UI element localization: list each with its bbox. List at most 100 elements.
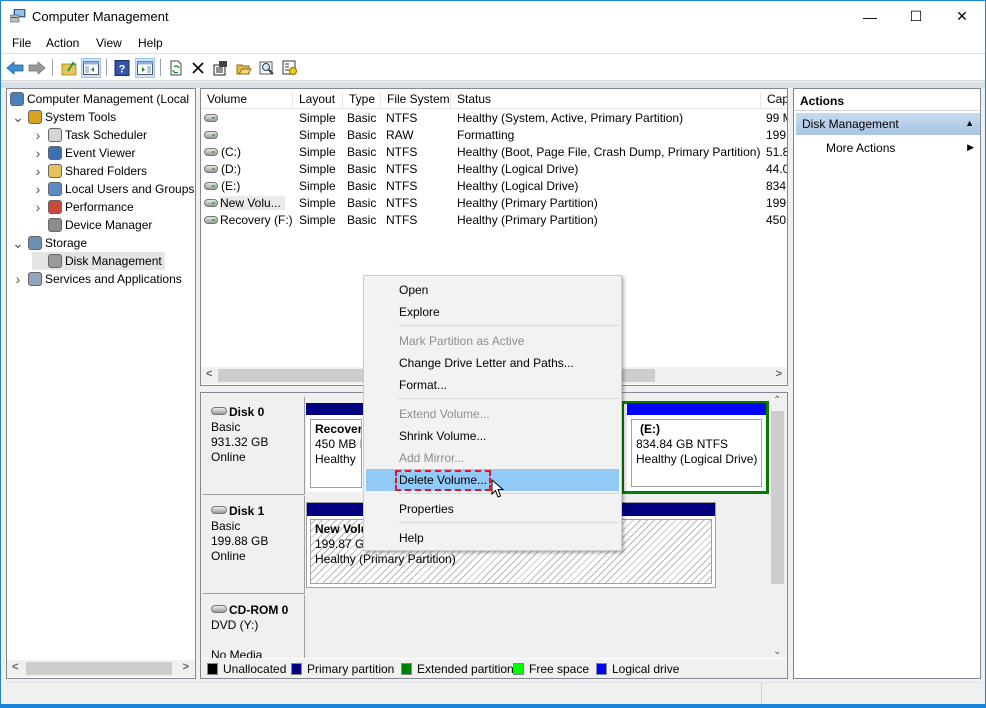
tree-item-shared-folders[interactable]: › Shared Folders <box>32 162 147 180</box>
tree-item-disk-management[interactable]: Disk Management <box>32 252 165 270</box>
menu-item-properties[interactable]: Properties <box>366 498 619 520</box>
title-bar: Computer Management — ☐ ✕ <box>1 1 985 32</box>
device-manager-icon <box>48 218 62 232</box>
settings-button[interactable] <box>280 58 300 78</box>
volume-icon <box>204 216 218 224</box>
menu-file[interactable]: File <box>12 36 31 50</box>
menu-action[interactable]: Action <box>46 36 79 50</box>
delete-button[interactable] <box>188 58 208 78</box>
menu-item-explore[interactable]: Explore <box>366 301 619 323</box>
disk-0-info[interactable]: Disk 0 Basic 931.32 GB Online <box>203 397 305 495</box>
tree-item-storage[interactable]: ⌄ Storage <box>12 234 87 252</box>
open-button[interactable] <box>234 58 254 78</box>
maximize-button[interactable]: ☐ <box>893 1 939 32</box>
column-capacity[interactable]: Cap <box>761 92 787 109</box>
cell-layout: Simple <box>299 179 336 193</box>
volume-row[interactable]: (C:) Simple Basic NTFS Healthy (Boot, Page F… <box>201 144 788 161</box>
legend-item-unallocated: Unallocated <box>207 662 286 676</box>
menu-item-shrink-volume[interactable]: Shrink Volume... <box>366 425 619 447</box>
volume-row[interactable]: (D:) Simple Basic NTFS Healthy (Logical Driv… <box>201 161 787 178</box>
expanded-chevron-icon[interactable]: ⌄ <box>12 235 24 252</box>
volume-row[interactable]: Recovery (F:) Simple Basic NTFS Healthy (Pri… <box>201 212 787 229</box>
actions-section-disk-management[interactable]: Disk Management ▲ <box>796 113 980 135</box>
collapsed-chevron-icon[interactable]: › <box>32 127 44 143</box>
tree-item-system-tools[interactable]: ⌄ System Tools <box>12 108 116 126</box>
column-volume[interactable]: Volume <box>201 92 293 109</box>
scroll-up-icon[interactable]: ⌃ <box>773 395 781 406</box>
actions-pane: Actions Disk Management ▲ More Actions ▶ <box>793 88 981 679</box>
back-button[interactable] <box>5 58 25 78</box>
cell-cap: 99 M <box>766 111 787 125</box>
column-type[interactable]: Type <box>343 92 381 109</box>
column-layout[interactable]: Layout <box>293 92 343 109</box>
collapse-icon[interactable]: ▲ <box>965 118 974 128</box>
cell-cap: 199. <box>766 196 788 210</box>
action-more-actions[interactable]: More Actions ▶ <box>796 138 980 158</box>
menu-item-open[interactable]: Open <box>366 279 619 301</box>
back-icon <box>6 61 24 75</box>
cell-cap: 51.8 <box>766 145 788 159</box>
tree-item-label: System Tools <box>45 110 117 124</box>
menu-item-format[interactable]: Format... <box>366 374 619 396</box>
disk-name: CD-ROM 0 <box>229 603 289 617</box>
menu-separator <box>398 522 619 523</box>
cell-layout: Simple <box>299 128 336 142</box>
show-hide-action-pane-button[interactable] <box>135 58 155 78</box>
annotation-highlight-box <box>395 470 491 491</box>
cell-type: Basic <box>347 179 377 193</box>
menu-help[interactable]: Help <box>138 36 163 50</box>
tree-item-task-scheduler[interactable]: › Task Scheduler <box>32 126 147 144</box>
collapsed-chevron-icon[interactable]: › <box>32 181 44 197</box>
close-button[interactable]: ✕ <box>939 1 985 32</box>
scroll-left-icon[interactable]: < <box>12 661 18 673</box>
volume-row[interactable]: (E:) Simple Basic NTFS Healthy (Logical Driv… <box>201 178 787 195</box>
expanded-chevron-icon[interactable]: ⌄ <box>12 109 24 126</box>
scroll-right-icon[interactable]: > <box>776 368 782 380</box>
collapsed-chevron-icon[interactable]: › <box>32 163 44 179</box>
refresh-button[interactable] <box>166 58 186 78</box>
help-button[interactable]: ? <box>112 58 132 78</box>
scrollbar-thumb[interactable] <box>771 411 784 584</box>
tree-horizontal-scrollbar[interactable]: < > <box>7 660 195 677</box>
menu-item-help[interactable]: Help <box>366 527 619 549</box>
rescan-button[interactable] <box>257 58 277 78</box>
legend-item-extended-partition: Extended partition <box>401 662 514 676</box>
tree-item-device-manager[interactable]: Device Manager <box>32 216 152 234</box>
tree-item-local-users-and-groups[interactable]: › Local Users and Groups <box>32 180 195 198</box>
column-status[interactable]: Status <box>451 92 761 109</box>
collapsed-chevron-icon[interactable]: › <box>12 271 24 287</box>
tree-item-event-viewer[interactable]: › Event Viewer <box>32 144 136 162</box>
tree-item-performance[interactable]: › Performance <box>32 198 134 216</box>
scroll-left-icon[interactable]: < <box>206 368 212 380</box>
scroll-right-icon[interactable]: > <box>183 661 189 673</box>
scroll-down-icon[interactable]: ⌄ <box>773 646 781 657</box>
partition-label: Recover 450 MB N Healthy <box>310 419 362 488</box>
disk-1-info[interactable]: Disk 1 Basic 199.88 GB Online <box>203 496 305 594</box>
open-icon <box>236 64 252 75</box>
tree-item-services-and-applications[interactable]: › Services and Applications <box>12 270 182 288</box>
volume-row[interactable]: Simple Basic NTFS Healthy (System, Active, … <box>201 110 787 127</box>
menu-view[interactable]: View <box>96 36 122 50</box>
menu-item-change-drive-letter-and-paths[interactable]: Change Drive Letter and Paths... <box>366 352 619 374</box>
collapsed-chevron-icon[interactable]: › <box>32 145 44 161</box>
settings-icon <box>282 60 297 75</box>
task-scheduler-icon <box>48 128 62 142</box>
cdrom-0-info[interactable]: CD-ROM 0 DVD (Y:) No Media <box>203 595 305 665</box>
disk-map-vertical-scrollbar[interactable]: ⌃ ⌄ <box>769 393 786 659</box>
volume-row[interactable]: Simple Basic RAW Formatting 199. <box>201 127 787 144</box>
refresh-icon <box>170 60 182 76</box>
partition-recovery[interactable]: Recover 450 MB N Healthy <box>306 403 366 492</box>
properties-icon <box>213 61 227 76</box>
partition-e[interactable]: (E:) 834.84 GB NTFS Healthy (Logical Dri… <box>627 403 766 491</box>
storage-icon <box>28 236 42 250</box>
show-hide-console-tree-button[interactable] <box>81 58 101 78</box>
column-file-system[interactable]: File System <box>381 92 451 109</box>
collapsed-chevron-icon[interactable]: › <box>32 199 44 215</box>
properties-button[interactable] <box>211 58 231 78</box>
minimize-button[interactable]: — <box>847 1 893 32</box>
tree-item-computer-management-local[interactable]: Computer Management (Local <box>10 90 189 108</box>
scrollbar-thumb[interactable] <box>26 662 172 675</box>
up-level-button[interactable] <box>59 58 79 78</box>
volume-row[interactable]: New Volu... Simple Basic NTFS Healthy (Prima… <box>201 195 788 212</box>
forward-button[interactable] <box>27 58 47 78</box>
